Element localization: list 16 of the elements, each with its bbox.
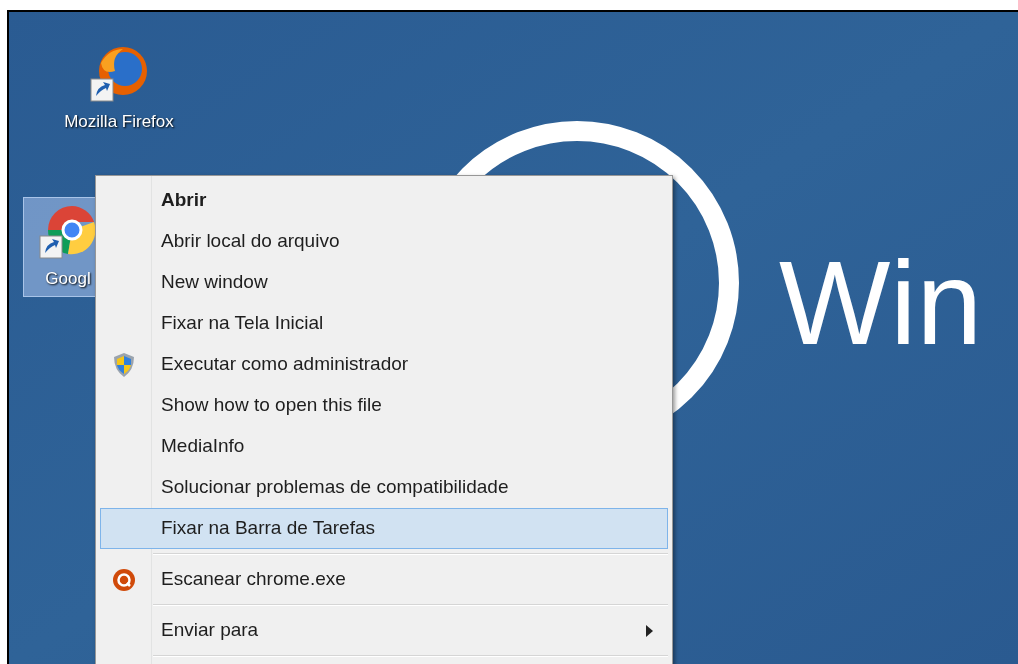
menu-item[interactable]: Executar como administrador — [100, 344, 668, 385]
menu-item[interactable]: Show how to open this file — [100, 385, 668, 426]
desktop-icon[interactable]: Mozilla Firefox — [34, 40, 204, 140]
menu-item[interactable]: Fixar na Barra de Tarefas — [100, 508, 668, 549]
shield-icon — [113, 351, 135, 378]
menu-item[interactable]: MediaInfo — [100, 426, 668, 467]
submenu-arrow-icon — [646, 624, 653, 637]
icon-label: Mozilla Firefox — [64, 111, 174, 133]
menu-item[interactable]: Enviar para — [100, 610, 668, 651]
scan-icon — [112, 567, 136, 592]
menu-item[interactable]: Solucionar problemas de compatibilidade — [100, 467, 668, 508]
wallpaper-text: Win — [779, 244, 983, 362]
icon-label: Googl — [45, 268, 91, 290]
menu-item[interactable]: Escanear chrome.exe — [100, 559, 668, 600]
browser-shortcut-icon — [89, 45, 149, 105]
menu-item[interactable]: Fixar na Tela Inicial — [100, 303, 668, 344]
